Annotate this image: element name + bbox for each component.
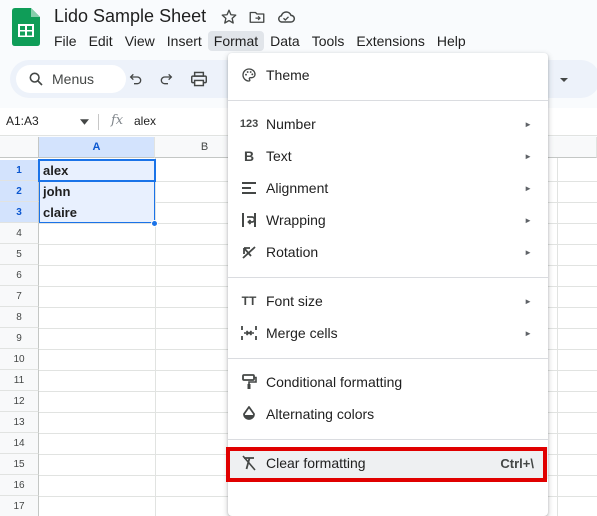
row-header-15[interactable]: 15 (0, 454, 39, 475)
star-icon[interactable] (220, 8, 238, 26)
sheets-logo-icon[interactable] (12, 8, 40, 46)
format-alternating-colors[interactable]: Alternating colors (228, 398, 548, 430)
submenu-arrow-icon: ► (524, 151, 532, 161)
format-text[interactable]: B Text ► (228, 140, 548, 172)
menus-search-button[interactable]: Menus (16, 65, 126, 93)
paint-roller-icon (240, 373, 258, 391)
menus-label: Menus (52, 71, 95, 87)
format-number-label: Number (266, 116, 316, 132)
text-wrap-icon (240, 211, 258, 229)
row-header-11[interactable]: 11 (0, 370, 39, 391)
format-conditional-formatting[interactable]: Conditional formatting (228, 366, 548, 398)
submenu-arrow-icon: ► (524, 247, 532, 257)
menu-tools[interactable]: Tools (306, 31, 351, 51)
row-header-4[interactable]: 4 (0, 223, 39, 244)
print-icon[interactable] (190, 71, 208, 87)
menu-extensions[interactable]: Extensions (350, 31, 430, 51)
format-wrapping-label: Wrapping (266, 212, 326, 228)
number-format-icon: 123 (239, 118, 259, 130)
document-title[interactable]: Lido Sample Sheet (54, 6, 206, 27)
name-box-dropdown-icon[interactable] (80, 119, 89, 125)
menu-data[interactable]: Data (264, 31, 306, 51)
format-rotation-label: Rotation (266, 244, 319, 260)
submenu-arrow-icon: ► (524, 215, 532, 225)
cloud-saved-icon[interactable] (276, 8, 296, 26)
submenu-arrow-icon: ► (524, 183, 532, 193)
submenu-arrow-icon: ► (524, 296, 532, 306)
select-all-corner[interactable] (0, 137, 39, 158)
menu-help[interactable]: Help (431, 31, 472, 51)
redo-icon[interactable] (158, 71, 174, 87)
menu-insert[interactable]: Insert (161, 31, 208, 51)
row-header-16[interactable]: 16 (0, 475, 39, 496)
column-line (155, 158, 156, 516)
submenu-arrow-icon: ► (524, 328, 532, 338)
row-header-17[interactable]: 17 (0, 496, 39, 516)
fill-drop-icon (240, 405, 258, 423)
title-actions (220, 8, 296, 26)
search-icon (29, 72, 43, 86)
format-alignment-label: Alignment (266, 180, 329, 196)
row-header-2[interactable]: 2 (0, 181, 39, 202)
active-cell-border (38, 159, 156, 182)
format-wrapping[interactable]: Wrapping ► (228, 204, 548, 236)
row-header-3[interactable]: 3 (0, 202, 39, 223)
row-header-13[interactable]: 13 (0, 412, 39, 433)
format-merge-cells-label: Merge cells (266, 325, 338, 341)
menu-divider (228, 100, 548, 101)
column-header-a[interactable]: A (39, 137, 155, 158)
format-theme-label: Theme (266, 67, 310, 83)
format-text-label: Text (266, 148, 292, 164)
menu-format[interactable]: Format (207, 31, 265, 51)
row-header-5[interactable]: 5 (0, 244, 39, 265)
text-rotation-icon (240, 243, 258, 261)
row-header-10[interactable]: 10 (0, 349, 39, 370)
undo-icon[interactable] (128, 71, 144, 87)
formula-input[interactable]: alex (134, 114, 156, 128)
row-header-9[interactable]: 9 (0, 328, 39, 349)
format-alternating-colors-label: Alternating colors (266, 406, 375, 422)
formula-divider (98, 114, 99, 130)
row-header-7[interactable]: 7 (0, 286, 39, 307)
row-header-12[interactable]: 12 (0, 391, 39, 412)
align-left-icon (240, 179, 258, 197)
format-conditional-formatting-label: Conditional formatting (266, 374, 403, 390)
format-merge-cells[interactable]: Merge cells ► (228, 317, 548, 349)
highlight-annotation-box (226, 447, 547, 482)
merge-cells-icon (240, 324, 258, 342)
palette-icon (240, 66, 258, 84)
row-header-14[interactable]: 14 (0, 433, 39, 454)
toolbar-overflow[interactable] (558, 70, 570, 86)
submenu-arrow-icon: ► (524, 119, 532, 129)
format-font-size[interactable]: TT Font size ► (228, 285, 548, 317)
menu-bar: File Edit View Insert Format Data Tools … (48, 30, 472, 52)
format-alignment[interactable]: Alignment ► (228, 172, 548, 204)
move-folder-icon[interactable] (248, 8, 266, 26)
fx-icon: fx (111, 113, 124, 128)
row-header-6[interactable]: 6 (0, 265, 39, 286)
row-header-1[interactable]: 1 (0, 160, 39, 181)
format-number[interactable]: 123 Number ► (228, 108, 548, 140)
menu-divider (228, 277, 548, 278)
bold-icon: B (243, 148, 255, 164)
format-font-size-label: Font size (266, 293, 323, 309)
name-box[interactable]: A1:A3 (6, 114, 39, 128)
fill-handle[interactable] (151, 220, 158, 227)
menu-view[interactable]: View (119, 31, 161, 51)
column-line (557, 158, 558, 516)
chevron-down-icon[interactable] (558, 74, 570, 86)
font-size-icon: TT (241, 294, 257, 308)
format-rotation[interactable]: Rotation ► (228, 236, 548, 268)
menu-divider (228, 439, 548, 440)
menu-file[interactable]: File (48, 31, 83, 51)
format-theme[interactable]: Theme (228, 59, 548, 91)
menu-edit[interactable]: Edit (83, 31, 119, 51)
google-sheets-window: Lido Sample Sheet File Edit View Insert … (0, 0, 597, 516)
row-header-8[interactable]: 8 (0, 307, 39, 328)
menu-divider (228, 358, 548, 359)
